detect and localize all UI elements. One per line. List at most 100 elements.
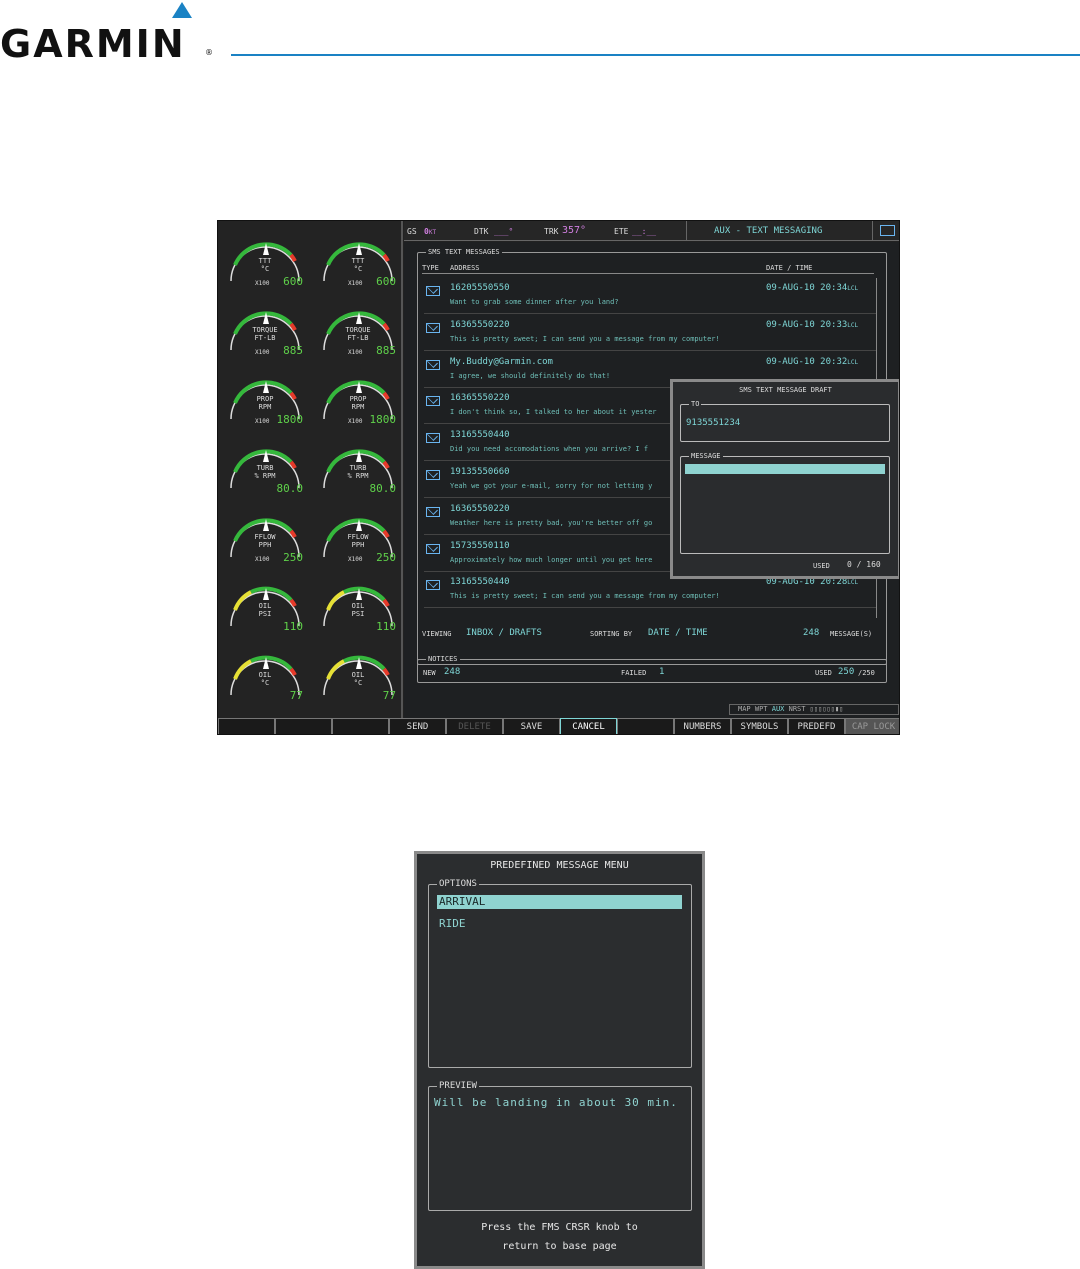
engine-gauge: OIL °C 77 bbox=[314, 643, 402, 709]
to-value[interactable]: 9135551234 bbox=[686, 418, 740, 428]
message-row[interactable]: 16205550550 09-AUG-10 20:34LCL Want to gra… bbox=[424, 278, 876, 314]
viewing-label: VIEWING bbox=[422, 630, 452, 638]
message-address: My.Buddy@Garmin.com bbox=[450, 356, 553, 367]
gauge-label: PROP bbox=[349, 395, 367, 403]
sorting-value: DATE / TIME bbox=[648, 628, 708, 638]
softkey-predefd[interactable]: PREDEFD bbox=[788, 718, 845, 734]
message-body: Approximately how much longer until you … bbox=[450, 555, 653, 564]
notices-title: NOTICES bbox=[426, 655, 460, 663]
gauge-multiplier: X100 bbox=[348, 556, 363, 563]
gs-label: GS bbox=[407, 227, 417, 236]
nav-status-bar: GS 0KT DTK ___° TRK 357° ETE __:__ AUX -… bbox=[404, 221, 899, 241]
option-arrival[interactable]: ARRIVAL bbox=[437, 895, 682, 909]
message-body: Yeah we got your e-mail, sorry for not l… bbox=[450, 482, 653, 490]
gauge-multiplier: X100 bbox=[255, 418, 270, 425]
gauge-unit: PPH bbox=[258, 541, 272, 549]
mfd-screen: TTT °C X100 600 TTT °C X100 600 TORQUE FT-LB X100 8… bbox=[217, 220, 900, 735]
softkey-save[interactable]: SAVE bbox=[503, 718, 560, 734]
gauge-label: TTT bbox=[258, 257, 272, 265]
message-address: 16365550220 bbox=[450, 319, 510, 330]
col-address: ADDRESS bbox=[450, 264, 480, 272]
used-label: USED bbox=[815, 669, 832, 677]
gauge-value: 77 bbox=[289, 689, 303, 702]
softkey-cap-lock[interactable]: CAP LOCK bbox=[845, 718, 899, 734]
engine-gauge: FFLOW PPH X100 250 bbox=[314, 505, 402, 571]
gauge-unit: FT-LB bbox=[347, 334, 369, 342]
gauge-value: 77 bbox=[382, 689, 396, 702]
envelope-icon bbox=[426, 359, 440, 370]
envelope-icon bbox=[426, 396, 440, 407]
message-cursor[interactable] bbox=[685, 464, 885, 474]
softkey-delete[interactable]: DELETE bbox=[446, 718, 503, 734]
softkey-cancel[interactable]: CANCEL bbox=[560, 718, 617, 734]
envelope-icon bbox=[426, 543, 440, 554]
engine-gauge: TTT °C X100 600 bbox=[314, 229, 402, 295]
gauge-multiplier: X100 bbox=[255, 349, 270, 356]
message-row[interactable]: 16365550220 09-AUG-10 20:33LCL This is pre… bbox=[424, 315, 876, 351]
gauge-unit: °C bbox=[260, 265, 270, 273]
gauge-label: FFLOW bbox=[254, 533, 276, 541]
envelope-icon bbox=[880, 225, 895, 236]
gauge-value: 885 bbox=[376, 344, 396, 357]
preview-label: PREVIEW bbox=[437, 1081, 479, 1091]
page-title: AUX - TEXT MESSAGING bbox=[714, 226, 823, 236]
gauge-value: 250 bbox=[376, 551, 396, 564]
gauge-label: PROP bbox=[256, 395, 274, 403]
gauge-multiplier: X100 bbox=[348, 349, 363, 356]
softkey-blank[interactable] bbox=[332, 718, 389, 734]
envelope-icon bbox=[426, 580, 440, 591]
gauge-label: TTT bbox=[351, 257, 365, 265]
engine-gauge: FFLOW PPH X100 250 bbox=[221, 505, 309, 571]
gauge-label: FFLOW bbox=[347, 533, 369, 541]
envelope-icon bbox=[426, 506, 440, 517]
message-count: 248 bbox=[803, 628, 820, 638]
gauge-unit: RPM bbox=[351, 403, 365, 411]
message-body: Did you need accomodations when you arri… bbox=[450, 445, 649, 454]
gauge-value: 110 bbox=[283, 620, 303, 633]
gs-value: 0KT bbox=[424, 227, 437, 236]
envelope-icon bbox=[426, 286, 440, 296]
gauge-unit: % RPM bbox=[254, 472, 276, 480]
gauge-unit: RPM bbox=[258, 403, 272, 411]
options-frame: OPTIONS ARRIVAL RIDE bbox=[428, 879, 692, 1068]
engine-gauge: PROP RPM X100 1800 bbox=[221, 367, 309, 433]
softkey-symbols[interactable]: SYMBOLS bbox=[731, 718, 788, 734]
garmin-logo: GARMIN bbox=[0, 22, 186, 66]
preview-frame: PREVIEW Will be landing in about 30 min. bbox=[428, 1081, 692, 1211]
gauge-unit: PPH bbox=[351, 541, 365, 549]
message-body: This is pretty sweet; I can send you a m… bbox=[450, 334, 720, 343]
envelope-icon bbox=[426, 322, 440, 333]
gauge-label: OIL bbox=[258, 602, 272, 610]
engine-gauge: OIL °C 77 bbox=[221, 643, 309, 709]
page-group-indicator: MAP WPT AUX NRST ▯▯▯▯▯▯▮▯ bbox=[729, 704, 899, 715]
softkey-send[interactable]: SEND bbox=[389, 718, 446, 734]
gauge-unit: °C bbox=[353, 265, 363, 273]
softkey-numbers[interactable]: NUMBERS bbox=[674, 718, 731, 734]
draft-title: SMS TEXT MESSAGE DRAFT bbox=[739, 386, 832, 394]
ete-label: ETE bbox=[614, 227, 629, 236]
message-date: 09-AUG-10 20:32LCL bbox=[766, 356, 859, 367]
message-address: 13165550440 bbox=[450, 430, 510, 441]
engine-gauge: TORQUE FT-LB X100 885 bbox=[221, 298, 309, 364]
gauge-unit: PSI bbox=[258, 610, 272, 618]
softkey-blank[interactable] bbox=[617, 718, 674, 734]
softkey-blank[interactable] bbox=[275, 718, 332, 734]
message-field[interactable]: MESSAGE bbox=[680, 452, 890, 554]
gauge-label: TORQUE bbox=[345, 326, 371, 334]
message-body: Want to grab some dinner after you land? bbox=[450, 298, 619, 306]
gauge-value: 250 bbox=[283, 551, 303, 564]
trk-value: 357° bbox=[562, 225, 587, 236]
sorting-label: SORTING BY bbox=[590, 630, 633, 638]
envelope-icon bbox=[426, 470, 440, 480]
used-value: 250 bbox=[838, 667, 855, 677]
to-field[interactable]: TO 9135551234 bbox=[680, 400, 890, 442]
sms-draft-window[interactable]: SMS TEXT MESSAGE DRAFT TO 9135551234 MES… bbox=[670, 379, 899, 579]
option-ride[interactable]: RIDE bbox=[439, 917, 466, 930]
predefined-message-window[interactable]: PREDEFINED MESSAGE MENU OPTIONS ARRIVAL … bbox=[414, 851, 705, 1269]
header-rule bbox=[231, 54, 1080, 56]
predef-title: PREDEFINED MESSAGE MENU bbox=[490, 860, 629, 871]
gauge-value: 80.0 bbox=[369, 482, 397, 495]
softkey-blank[interactable] bbox=[218, 718, 275, 734]
registered-mark: ® bbox=[205, 48, 213, 57]
new-label: NEW bbox=[423, 669, 436, 677]
